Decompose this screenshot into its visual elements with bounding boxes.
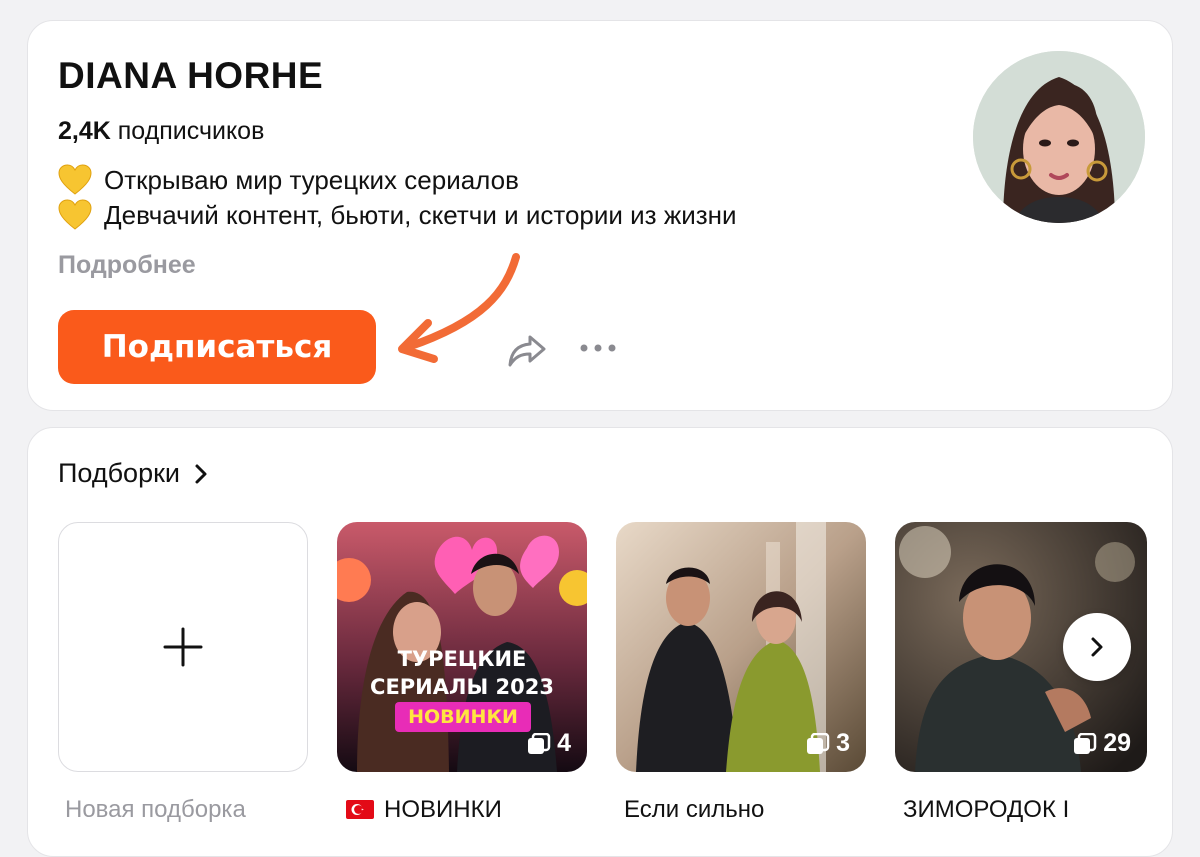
bio-text-1: Открываю мир турецких сериалов <box>104 164 519 195</box>
new-collection-label: Новая подборка <box>65 796 246 823</box>
collections-card: Подборки Новая подборка ТУРЕЦКИЕ СЕРИАЛЫ… <box>27 427 1173 857</box>
chevron-right-icon <box>1091 637 1103 657</box>
poster-title-line-2: СЕРИАЛЫ 2023 <box>370 675 554 699</box>
yellow-heart-icon <box>58 164 92 195</box>
share-icon[interactable] <box>506 329 548 371</box>
turkey-flag-icon <box>346 800 374 819</box>
avatar[interactable] <box>973 51 1145 223</box>
chevron-right-icon <box>195 464 207 483</box>
item-count: 4 <box>527 729 571 758</box>
item-count-value: 29 <box>1103 729 1131 757</box>
profile-card: DIANA HORHE 2,4K подписчиков Открываю ми… <box>27 20 1173 411</box>
item-count-value: 3 <box>836 729 850 757</box>
new-collection-tile[interactable] <box>58 522 308 772</box>
stack-icon <box>807 732 830 754</box>
bio-line-1: Открываю мир турецких сериалов <box>58 164 519 196</box>
collection-label-text: НОВИНКИ <box>384 796 502 823</box>
plus-icon <box>163 627 203 667</box>
stack-icon <box>528 732 551 754</box>
collection-label-esli-silno: Если сильно <box>624 796 765 823</box>
subscribers-number: 2,4K <box>58 117 111 145</box>
subscribers-label: подписчиков <box>117 117 265 145</box>
subscribe-button[interactable]: Подписаться <box>58 310 376 384</box>
item-count-value: 4 <box>557 729 571 757</box>
channel-name: DIANA HORHE <box>58 55 324 96</box>
stack-icon <box>1074 732 1097 754</box>
bio-text-2: Девчачий контент, бьюти, скетчи и истори… <box>104 199 737 230</box>
collections-title: Подборки <box>58 458 180 488</box>
poster-title-line-1: ТУРЕЦКИЕ <box>397 647 527 671</box>
collection-tile-esli-silno[interactable]: 3 <box>616 522 866 772</box>
collection-label-novinki: НОВИНКИ <box>346 796 502 824</box>
carousel-next-button[interactable] <box>1063 613 1131 681</box>
subscribers-count: 2,4K подписчиков <box>58 117 264 146</box>
yellow-heart-icon <box>58 199 92 230</box>
poster-title: ТУРЕЦКИЕ СЕРИАЛЫ 2023 <box>337 645 587 701</box>
more-link[interactable]: Подробнее <box>58 251 196 280</box>
collections-header[interactable]: Подборки <box>58 458 208 489</box>
item-count: 3 <box>806 729 850 758</box>
collection-tile-novinki[interactable]: ТУРЕЦКИЕ СЕРИАЛЫ 2023 НОВИНКИ 4 <box>337 522 587 772</box>
collection-label-zimorodok: ЗИМОРОДОК I <box>903 796 1070 823</box>
more-dots-icon[interactable] <box>578 339 618 357</box>
item-count: 29 <box>1073 729 1131 758</box>
poster-badge: НОВИНКИ <box>395 702 531 732</box>
bio-line-2: Девчачий контент, бьюти, скетчи и истори… <box>58 199 737 231</box>
